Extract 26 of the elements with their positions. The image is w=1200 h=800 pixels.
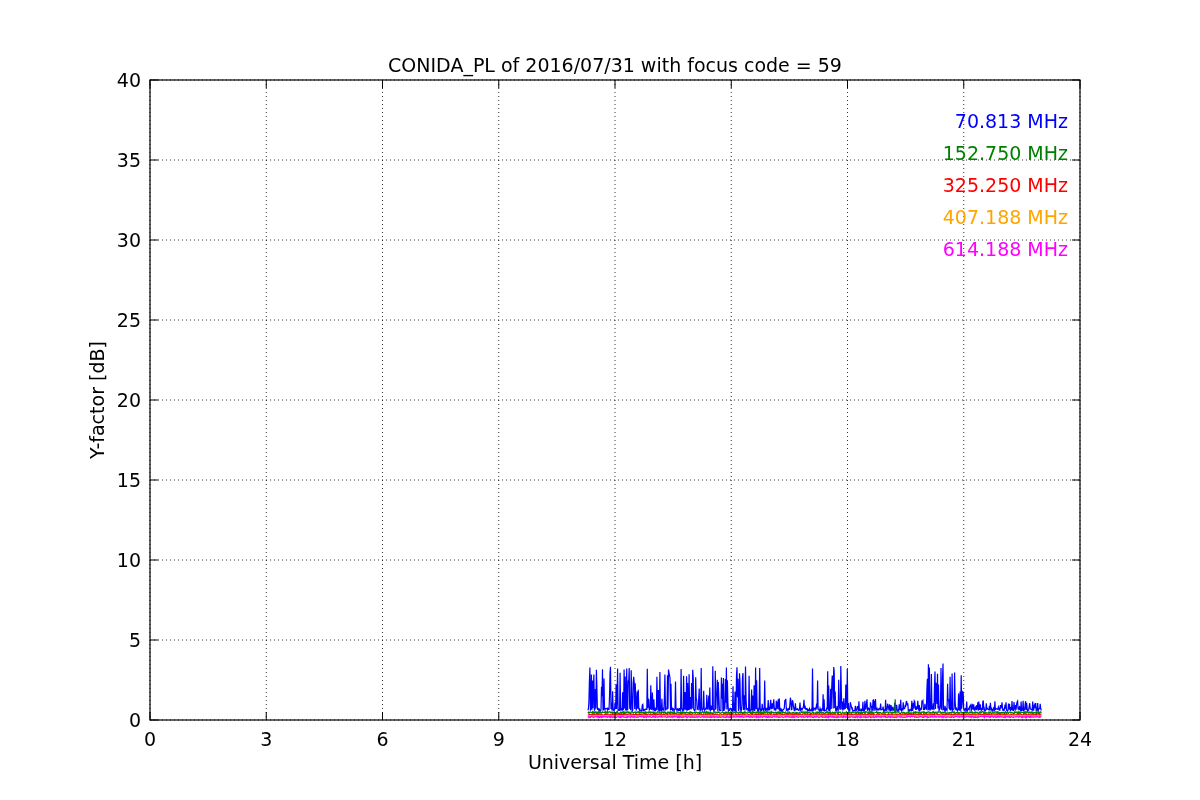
x-tick-label: 12	[602, 728, 628, 750]
y-tick-label: 25	[116, 309, 141, 331]
x-tick-label: 6	[376, 728, 389, 750]
x-tick-label: 15	[719, 728, 744, 750]
x-tick-label: 3	[260, 728, 273, 750]
chart-title: CONIDA_PL of 2016/07/31 with focus code = 59	[388, 54, 842, 76]
y-axis-label: Y-factor [dB]	[86, 341, 108, 459]
x-tick-label: 21	[951, 728, 976, 750]
y-tick-label: 40	[116, 69, 141, 91]
legend-label: 325.250 MHz	[942, 174, 1068, 196]
y-tick-label: 10	[116, 549, 141, 571]
y-tick-label: 15	[116, 469, 141, 491]
x-tick-label: 0	[143, 728, 157, 750]
legend-label: 407.188 MHz	[942, 206, 1068, 228]
y-tick-label: 20	[116, 389, 141, 411]
x-tick-label: 24	[1067, 728, 1093, 750]
y-tick-label: 0	[128, 709, 141, 731]
x-tick-label: 18	[835, 728, 860, 750]
x-tick-label: 9	[492, 728, 505, 750]
x-axis-label: Universal Time [h]	[527, 751, 703, 773]
legend-label: 152.750 MHz	[942, 142, 1068, 164]
y-tick-label: 30	[116, 229, 141, 251]
y-tick-label: 35	[116, 149, 141, 171]
y-tick-label: 5	[128, 629, 141, 651]
legend-label: 70.813 MHz	[954, 110, 1068, 132]
legend-label: 614.188 MHz	[942, 238, 1068, 260]
